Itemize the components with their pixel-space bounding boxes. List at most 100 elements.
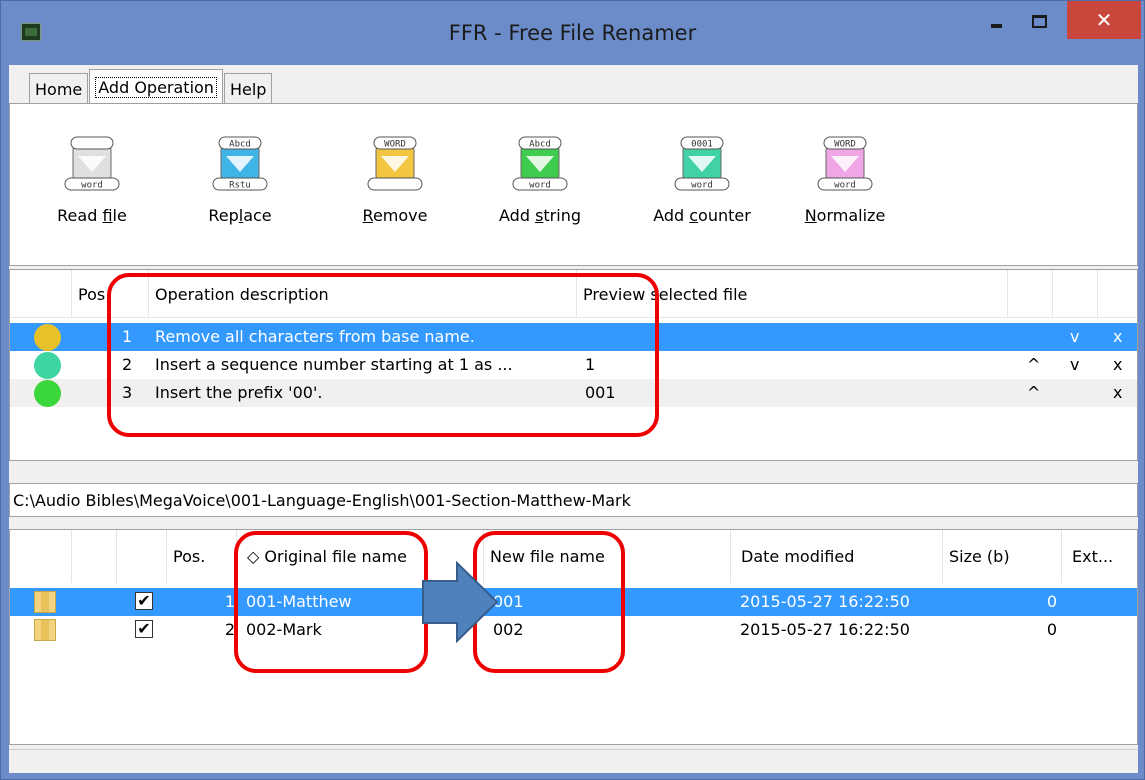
minimize-icon [990, 24, 1002, 28]
operation-pos: 3 [122, 383, 133, 402]
normalize-icon: WORD word [817, 136, 873, 191]
header-new[interactable]: New file name [484, 530, 731, 583]
remove-operation-button[interactable]: x [1113, 355, 1122, 374]
header-blank [72, 530, 117, 583]
splitter[interactable] [9, 461, 1138, 475]
ribbon-button-3[interactable]: Abcd word Add string [480, 136, 600, 225]
header-new-label: New file name [490, 547, 605, 566]
header-ext[interactable]: Ext... [1062, 530, 1137, 583]
header-preview[interactable]: Preview selected file [577, 270, 1008, 318]
ribbon-button-5[interactable]: WORD word Normalize [785, 136, 905, 225]
tab-add-operation[interactable]: Add Operation [89, 69, 223, 104]
replace-icon: Abcd Rstu [212, 136, 268, 191]
ribbon-button-label: Add string [499, 206, 581, 225]
header-preview-label: Preview selected file [583, 284, 748, 304]
remove-operation-button[interactable]: x [1113, 383, 1122, 402]
add-counter-icon: 0001 word [674, 136, 730, 191]
ribbon-button-1[interactable]: Abcd Rstu Replace [180, 136, 300, 225]
window-title: FFR - Free File Renamer [448, 21, 697, 45]
svg-text:Rstu: Rstu [229, 181, 251, 191]
ribbon-panel: word Read file Abcd Rstu Replace WORD Remove Ab… [9, 103, 1138, 266]
tab-home-label: Home [35, 79, 83, 99]
ribbon-button-label: Normalize [804, 206, 886, 225]
operations-header: Pos. Operation description Preview selec… [10, 270, 1137, 318]
header-description[interactable]: Operation description [149, 270, 577, 318]
move-down-button[interactable]: v [1070, 327, 1079, 346]
maximize-button[interactable] [1016, 1, 1062, 41]
header-description-label: Operation description [155, 284, 329, 304]
operation-row[interactable]: 2 Insert a sequence number starting at 1 … [10, 351, 1137, 379]
header-file-pos[interactable]: Pos. [167, 530, 237, 583]
file-row[interactable]: ✔ 1 001-Matthew 001 2015-05-27 16:22:50 0 [10, 588, 1137, 616]
file-size: 0 [1046, 620, 1057, 639]
svg-text:WORD: WORD [384, 140, 406, 150]
folder-icon [34, 619, 56, 641]
remove-operation-button[interactable]: x [1113, 327, 1122, 346]
svg-text:word: word [529, 181, 551, 191]
header-check [117, 530, 167, 583]
header-size[interactable]: Size (b) [943, 530, 1062, 583]
svg-text:word: word [81, 181, 103, 191]
header-pos[interactable]: Pos. [72, 270, 149, 318]
header-file-pos-label: Pos. [173, 547, 206, 566]
operation-row[interactable]: 3 Insert the prefix '00'. 001 ^ x [10, 379, 1137, 407]
status-bar [9, 749, 1138, 773]
include-checkbox[interactable]: ✔ [135, 620, 153, 638]
remove-icon: WORD [367, 136, 423, 191]
status-dot-icon [34, 380, 61, 407]
operation-description: Insert the prefix '00'. [155, 383, 323, 402]
folder-path-field[interactable]: C:\Audio Bibles\MegaVoice\001-Language-E… [9, 483, 1138, 517]
close-icon: ✕ [1095, 8, 1113, 32]
move-down-button[interactable]: v [1070, 355, 1079, 374]
close-button[interactable]: ✕ [1067, 1, 1141, 39]
svg-text:word: word [834, 181, 856, 191]
header-original-label: ◇ Original file name [247, 547, 407, 566]
tab-home[interactable]: Home [29, 73, 89, 104]
status-dot-icon [34, 324, 61, 351]
date-modified: 2015-05-27 16:22:50 [740, 620, 910, 639]
operation-row[interactable]: 1 Remove all characters from base name. v x [10, 323, 1137, 351]
file-row[interactable]: ✔ 2 002-Mark 002 2015-05-27 16:22:50 0 [10, 616, 1137, 644]
header-icon [10, 530, 72, 583]
client-area: Home Add Operation Help word Read file Abc… [9, 65, 1138, 773]
date-modified: 2015-05-27 16:22:50 [740, 592, 910, 611]
tab-help-label: Help [229, 79, 267, 99]
file-size: 0 [1046, 592, 1057, 611]
operations-list[interactable]: Pos. Operation description Preview selec… [9, 269, 1138, 461]
files-header: Pos. ◇ Original file name New file name … [10, 530, 1137, 583]
tab-add-operation-label: Add Operation [95, 76, 217, 98]
header-status [10, 270, 72, 318]
svg-text:word: word [691, 181, 713, 191]
svg-text:0001: 0001 [691, 140, 713, 150]
original-file-name: 002-Mark [246, 620, 322, 639]
tab-help[interactable]: Help [223, 73, 273, 104]
header-remove [1098, 270, 1137, 318]
ribbon-button-label: Read file [57, 206, 127, 225]
svg-text:Abcd: Abcd [529, 140, 551, 150]
header-date[interactable]: Date modified [731, 530, 943, 583]
maximize-icon [1031, 14, 1047, 28]
files-list[interactable]: Pos. ◇ Original file name New file name … [9, 529, 1138, 745]
include-checkbox[interactable]: ✔ [135, 592, 153, 610]
operation-pos: 1 [122, 327, 133, 346]
ribbon-button-label: Replace [208, 206, 272, 225]
folder-path-text: C:\Audio Bibles\MegaVoice\001-Language-E… [13, 490, 631, 510]
status-dot-icon [34, 352, 61, 379]
ribbon-button-4[interactable]: 0001 word Add counter [642, 136, 762, 225]
folder-icon [34, 591, 56, 613]
annotation-arrow-icon [422, 561, 499, 643]
header-ext-label: Ext... [1072, 547, 1114, 566]
ribbon-button-label: Add counter [653, 206, 751, 225]
header-date-label: Date modified [741, 547, 855, 566]
ribbon-button-0[interactable]: word Read file [32, 136, 152, 225]
ribbon-button-2[interactable]: WORD Remove [335, 136, 455, 225]
operation-description: Insert a sequence number starting at 1 a… [155, 355, 513, 374]
operation-preview: 1 [585, 355, 596, 374]
original-file-name: 001-Matthew [246, 592, 352, 611]
minimize-button[interactable] [976, 1, 1016, 41]
title-bar[interactable]: FFR - Free File Renamer ✕ [1, 1, 1144, 65]
file-pos: 1 [224, 592, 235, 611]
move-up-button[interactable]: ^ [1027, 383, 1040, 402]
app-window: FFR - Free File Renamer ✕ Home Add Opera… [0, 0, 1145, 780]
move-up-button[interactable]: ^ [1027, 355, 1040, 374]
